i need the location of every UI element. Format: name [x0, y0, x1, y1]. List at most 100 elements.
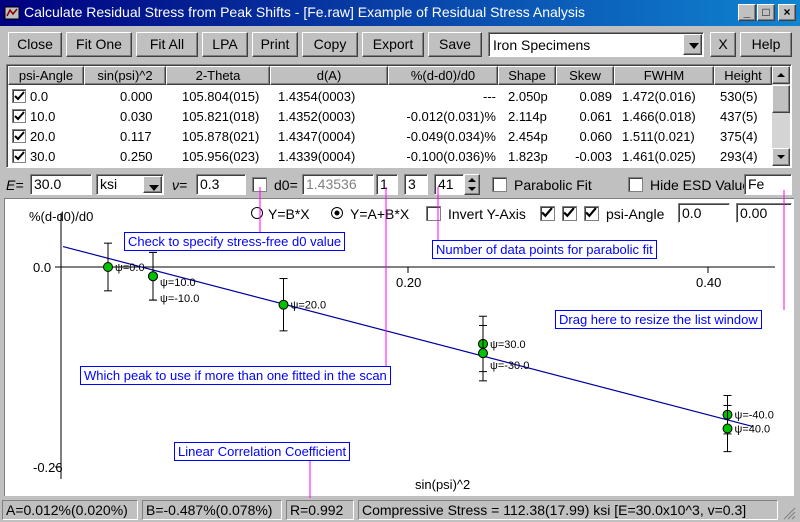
cell-pct: -0.049(0.034)%	[406, 129, 496, 144]
peak-table[interactable]: psi-Angle sin(psi)^2 2-Theta d(A) %(d-d0…	[6, 64, 792, 168]
check-icon	[14, 131, 25, 141]
cell-two-theta: 105.878(021)	[182, 129, 260, 144]
point-label: ψ=0.0	[115, 262, 145, 274]
peak-index-input[interactable]: 1	[376, 174, 398, 195]
col-psi-angle[interactable]: psi-Angle	[8, 66, 84, 85]
fit-all-button[interactable]: Fit All	[136, 32, 198, 57]
cell-skew: 0.089	[579, 89, 612, 104]
x-axis-label: sin(psi)^2	[415, 477, 470, 492]
hide-esd-checkbox[interactable]	[628, 177, 643, 192]
col-height[interactable]: Height	[714, 66, 772, 85]
callout-points: Number of data points for parabolic fit	[432, 240, 657, 259]
x-max-input[interactable]: 0.00	[736, 203, 792, 223]
maximize-button[interactable]: □	[757, 4, 775, 21]
show-points-checkbox[interactable]	[540, 206, 555, 221]
cell-shape: 2.454p	[508, 129, 548, 144]
arrow-down-icon	[777, 155, 785, 159]
callout-corr: Linear Correlation Coefficient	[174, 442, 351, 461]
print-button[interactable]: Print	[252, 32, 298, 57]
close-button[interactable]: Close	[8, 32, 62, 57]
fit-one-button[interactable]: Fit One	[66, 32, 132, 57]
check-icon	[585, 207, 597, 218]
radio-yeqbx-label: Y=B*X	[268, 206, 310, 222]
point-label: ψ=20.0	[291, 300, 327, 312]
check-icon	[563, 207, 575, 218]
cell-skew: -0.003	[575, 149, 612, 164]
export-button[interactable]: Export	[362, 32, 424, 57]
row-checkbox[interactable]	[12, 89, 26, 103]
cell-sin: 0.250	[120, 149, 153, 164]
col-fwhm[interactable]: FWHM	[614, 66, 714, 85]
scroll-down-button[interactable]	[772, 148, 790, 166]
show-errorbars-checkbox[interactable]	[562, 206, 577, 221]
col-two-theta[interactable]: 2-Theta	[166, 66, 270, 85]
col-skew[interactable]: Skew	[556, 66, 614, 85]
table-row[interactable]: 10.0 0.030 105.821(018) 1.4352(0003) -0.…	[8, 107, 772, 127]
callout-resize: Drag here to resize the list window	[555, 310, 762, 329]
point-label: ψ=-30.0	[490, 360, 529, 372]
points-input[interactable]: 41	[434, 174, 464, 195]
sample-input[interactable]: Fe	[744, 174, 792, 195]
chevron-down-icon[interactable]	[143, 176, 162, 193]
poisson-input[interactable]: 0.3	[196, 174, 246, 195]
cell-skew: 0.060	[579, 129, 612, 144]
point-label: ψ=-10.0	[160, 293, 199, 305]
cell-pct: -0.100(0.036)%	[406, 149, 496, 164]
radio-yeqbx[interactable]	[250, 206, 264, 220]
col-shape[interactable]: Shape	[498, 66, 556, 85]
app-icon	[4, 6, 20, 20]
save-button[interactable]: Save	[428, 32, 482, 57]
clear-button[interactable]: X	[710, 32, 736, 57]
title-bar[interactable]: Calculate Residual Stress from Peak Shif…	[0, 0, 800, 26]
point-label: ψ=30.0	[490, 339, 526, 351]
x-min-input[interactable]: 0.0	[678, 203, 730, 223]
plot-area[interactable]: 0.0 -0.26 0.20 0.40 %(d-d0)/d0 sin(psi)^2 ψ=0.…	[4, 198, 794, 496]
row-checkbox[interactable]	[12, 129, 26, 143]
arrow-up-icon	[777, 73, 785, 77]
cell-d: 1.4339(0004)	[278, 149, 356, 164]
parabolic-fit-checkbox[interactable]	[492, 177, 507, 192]
order-input[interactable]: 3	[404, 174, 428, 195]
callout-d0: Check to specify stress-free d0 value	[124, 232, 346, 251]
minimize-button[interactable]: _	[738, 4, 756, 21]
copy-button[interactable]: Copy	[302, 32, 358, 57]
d0-input[interactable]: 1.43536	[302, 174, 374, 195]
table-scrollbar[interactable]	[772, 66, 790, 166]
col-pct[interactable]: %(d-d0)/d0	[388, 66, 498, 85]
check-icon	[14, 91, 25, 101]
show-psi-labels-checkbox[interactable]	[584, 206, 599, 221]
invert-y-checkbox[interactable]	[426, 206, 441, 221]
psi-angle-label: psi-Angle	[606, 206, 665, 222]
row-checkbox[interactable]	[12, 149, 26, 163]
col-sin-psi[interactable]: sin(psi)^2	[84, 66, 166, 85]
cell-d: 1.4354(0003)	[278, 89, 356, 104]
chevron-down-icon[interactable]	[683, 34, 702, 55]
table-row[interactable]: 30.0 0.250 105.956(023) 1.4339(0004) -0.…	[8, 147, 772, 167]
col-d[interactable]: d(A)	[270, 66, 388, 85]
row-checkbox[interactable]	[12, 109, 26, 123]
unit-select[interactable]: ksi	[96, 174, 164, 195]
radio-yeqabx-label: Y=A+B*X	[350, 206, 410, 222]
points-spinner[interactable]	[464, 174, 480, 195]
radio-yeqabx[interactable]	[330, 206, 344, 220]
cell-d: 1.4347(0004)	[278, 129, 356, 144]
scroll-up-button[interactable]	[772, 66, 790, 84]
cell-fwhm: 1.472(0.016)	[622, 89, 696, 104]
help-button[interactable]: Help	[740, 32, 792, 57]
d0-checkbox[interactable]	[252, 177, 267, 192]
table-row[interactable]: 20.0 0.117 105.878(021) 1.4347(0004) -0.…	[8, 127, 772, 147]
status-b: B=-0.487%(0.078%)	[142, 500, 282, 520]
check-icon	[14, 151, 25, 161]
scroll-thumb[interactable]	[772, 85, 790, 113]
table-row[interactable]: 0.0 0.000 105.804(015) 1.4354(0003) --- …	[8, 87, 772, 107]
specimen-select[interactable]: Iron Specimens	[488, 32, 704, 57]
resize-grip-icon[interactable]	[782, 506, 796, 520]
cell-fwhm: 1.511(0.021)	[622, 129, 695, 144]
close-window-button[interactable]: ×	[778, 4, 796, 21]
cell-shape: 2.050p	[508, 89, 548, 104]
youngs-modulus-input[interactable]: 30.0	[30, 174, 92, 195]
cell-pct: -0.012(0.031)%	[406, 109, 496, 124]
lpa-button[interactable]: LPA	[202, 32, 248, 57]
cell-pct: ---	[483, 89, 496, 104]
point-label: ψ=-40.0	[735, 410, 774, 422]
